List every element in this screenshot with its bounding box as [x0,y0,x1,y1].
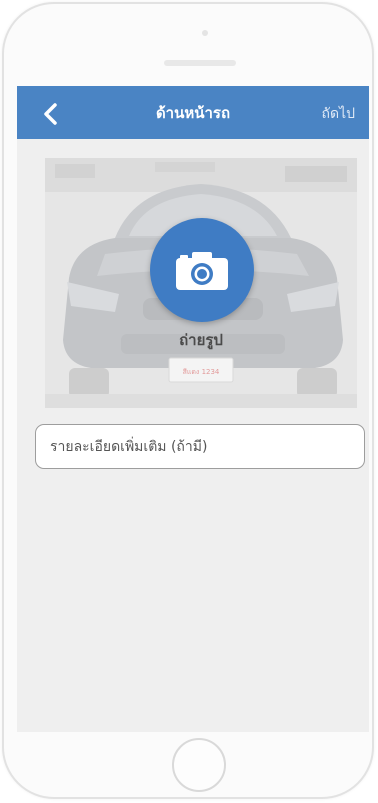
back-button[interactable] [35,98,67,130]
home-button[interactable] [172,738,226,792]
page-title: ด้านหน้ารถ [155,104,231,122]
take-photo-button[interactable] [150,218,254,322]
front-camera [202,30,208,36]
earpiece-speaker [164,60,236,66]
nav-bar: ด้านหน้ารถ ถัดไป [17,86,369,139]
front-photo-area[interactable]: สีแดง 1234 ถ่ายรูป [45,158,357,408]
camera-icon [176,252,228,290]
additional-details-field[interactable] [35,424,365,469]
app-screen: ด้านหน้ารถ ถัดไป สีแดง 1234 ถ่ายรูป รายล… [17,86,369,732]
take-photo-label: ถ่ายรูป [179,331,223,349]
next-button[interactable]: ถัดไป [322,103,356,125]
phone-frame: ด้านหน้ารถ ถัดไป สีแดง 1234 ถ่ายรูป รายล… [2,2,374,799]
chevron-left-icon [44,103,57,125]
license-plate-text: สีแดง 1234 [183,368,220,376]
